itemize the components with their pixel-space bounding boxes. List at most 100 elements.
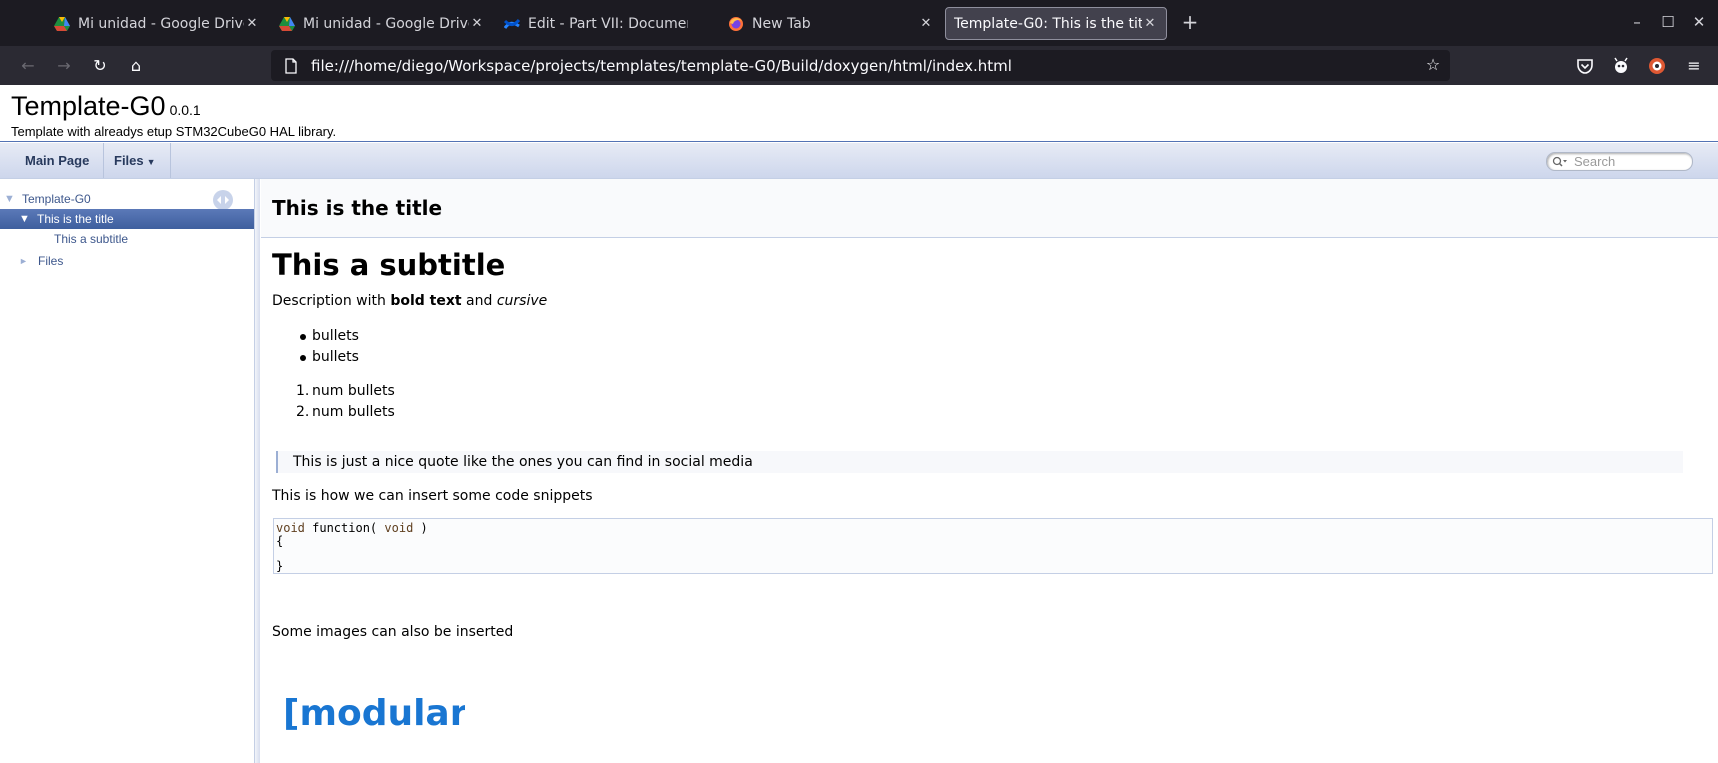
tree-item-title[interactable]: ▼ This is the title bbox=[0, 209, 254, 229]
home-icon[interactable]: ⌂ bbox=[124, 54, 148, 78]
search-icon bbox=[1552, 156, 1567, 167]
close-icon[interactable]: ✕ bbox=[918, 16, 934, 31]
tab-title: Edit - Part VII: Documentation bbox=[528, 15, 688, 32]
code-text: function( bbox=[304, 521, 385, 535]
tree-item-label: Template-G0 bbox=[22, 192, 91, 206]
duckduckgo-icon[interactable] bbox=[1647, 56, 1667, 76]
maximize-icon[interactable]: ☐ bbox=[1658, 12, 1678, 32]
blockquote: This is just a nice quote like the ones … bbox=[276, 451, 1683, 473]
tab-confluence-edit[interactable]: Edit - Part VII: Documentation bbox=[496, 7, 696, 40]
tree-item-subtitle[interactable]: This a subtitle bbox=[0, 229, 254, 249]
tree-item-label: Files bbox=[38, 254, 64, 268]
numbered-list: 1. num bullets 2. num bullets bbox=[272, 381, 395, 423]
list-item-text: num bullets bbox=[312, 383, 395, 399]
code-text: ) bbox=[413, 521, 428, 535]
list-item: 1. num bullets bbox=[272, 381, 395, 402]
bookmark-star-icon[interactable]: ☆ bbox=[1424, 56, 1442, 74]
title-area: Template-G0 0.0.1 Template with alreadys … bbox=[0, 85, 1718, 142]
reload-icon[interactable]: ↻ bbox=[88, 54, 112, 78]
menu-files[interactable]: Files ▼ bbox=[100, 143, 171, 178]
project-name-text: Template-G0 bbox=[11, 91, 166, 121]
modular-logo: [modular] bbox=[283, 693, 465, 733]
list-item-text: bullets bbox=[312, 328, 359, 344]
list-item: 2. num bullets bbox=[272, 402, 395, 423]
extension-icon[interactable] bbox=[1611, 56, 1631, 76]
google-drive-icon bbox=[279, 16, 295, 31]
doc-content: This is the title This a subtitle Descri… bbox=[261, 179, 1718, 763]
page-icon bbox=[285, 57, 297, 74]
sync-toggle-icon[interactable] bbox=[212, 189, 234, 211]
description-paragraph: Description with bold text and cursive bbox=[272, 293, 547, 309]
tab-google-drive-1[interactable]: Mi unidad - Google Drive ✕ bbox=[46, 7, 268, 40]
search-placeholder: Search bbox=[1574, 154, 1616, 169]
list-item: bullets bbox=[272, 347, 359, 368]
description-text: and bbox=[461, 293, 497, 309]
code-block: void function( void ) { } bbox=[273, 518, 1713, 574]
side-nav-splitter[interactable] bbox=[254, 179, 260, 763]
list-item-text: bullets bbox=[312, 349, 359, 365]
tree-item-label: This a subtitle bbox=[54, 232, 129, 246]
doxygen-page: Template-G0 0.0.1 Template with alreadys … bbox=[0, 85, 1718, 763]
url-bar[interactable]: file:///home/diego/Workspace/projects/te… bbox=[271, 50, 1450, 81]
expanded-arrow-icon[interactable]: ▼ bbox=[19, 209, 30, 229]
close-icon[interactable]: ✕ bbox=[244, 16, 260, 31]
code-keyword: void bbox=[276, 521, 305, 535]
browser-nav-bar: ← → ↻ ⌂ file:///home/diego/Workspace/pro… bbox=[0, 46, 1718, 85]
list-item: bullets bbox=[272, 326, 359, 347]
close-icon[interactable]: ✕ bbox=[1142, 16, 1158, 31]
code-keyword: void bbox=[384, 521, 414, 535]
new-tab-button[interactable]: + bbox=[1178, 10, 1202, 36]
browser-tab-strip: Mi unidad - Google Drive ✕ Mi unidad - G… bbox=[0, 0, 1718, 46]
url-text: file:///home/diego/Workspace/projects/te… bbox=[311, 56, 1012, 75]
images-intro-paragraph: Some images can also be inserted bbox=[272, 624, 514, 640]
section-title: This a subtitle bbox=[272, 248, 506, 282]
tab-template-g0[interactable]: Template-G0: This is the title ✕ bbox=[945, 7, 1167, 40]
back-arrow-icon[interactable]: ← bbox=[16, 54, 40, 78]
firefox-icon bbox=[729, 16, 743, 31]
bold-text: bold text bbox=[390, 293, 462, 309]
side-nav-tree: ▼ Template-G0 ▼ This is the title This a… bbox=[0, 179, 258, 763]
minimize-icon[interactable]: – bbox=[1627, 12, 1647, 32]
tab-title: Mi unidad - Google Drive bbox=[78, 15, 244, 32]
project-brief: Template with alreadys etup STM32CubeG0 … bbox=[11, 124, 337, 139]
list-item-text: num bullets bbox=[312, 404, 395, 420]
bullet-dot-icon bbox=[300, 334, 306, 340]
expanded-arrow-icon[interactable]: ▼ bbox=[4, 189, 15, 209]
tab-title: Mi unidad - Google Drive bbox=[303, 15, 469, 32]
search-input[interactable]: Search bbox=[1546, 152, 1693, 171]
project-name: Template-G0 0.0.1 bbox=[11, 91, 201, 122]
code-line: } bbox=[276, 558, 284, 573]
page-title: This is the title bbox=[272, 196, 443, 220]
hamburger-menu-icon[interactable]: ≡ bbox=[1682, 54, 1706, 78]
tree-item-files[interactable]: ► Files bbox=[0, 251, 254, 271]
main-menu-bar: Main Page Files ▼ Search bbox=[0, 143, 1718, 179]
tab-google-drive-2[interactable]: Mi unidad - Google Drive ✕ bbox=[271, 7, 493, 40]
google-drive-icon bbox=[54, 16, 70, 31]
code-line: void function( void ) bbox=[276, 522, 1710, 535]
code-line: { bbox=[276, 533, 284, 548]
confluence-icon bbox=[504, 18, 520, 29]
collapsed-arrow-icon[interactable]: ► bbox=[19, 251, 28, 271]
page-header: This is the title bbox=[261, 179, 1718, 238]
bullet-list: bullets bullets bbox=[272, 326, 359, 368]
close-icon[interactable]: ✕ bbox=[469, 16, 485, 31]
pocket-icon[interactable] bbox=[1575, 56, 1595, 76]
italic-text: cursive bbox=[496, 293, 548, 309]
tree-item-label: This is the title bbox=[37, 212, 114, 226]
menu-files-label: Files bbox=[114, 153, 144, 168]
code-intro-paragraph: This is how we can insert some code snip… bbox=[272, 488, 593, 504]
description-text: Description with bbox=[272, 293, 391, 309]
tab-title: New Tab bbox=[752, 15, 811, 32]
list-number: 2. bbox=[296, 404, 310, 420]
project-number: 0.0.1 bbox=[169, 102, 201, 118]
tab-title: Template-G0: This is the title bbox=[954, 15, 1142, 32]
tab-new-tab[interactable]: New Tab ✕ bbox=[720, 7, 942, 40]
menu-main-page[interactable]: Main Page bbox=[11, 143, 105, 178]
list-number: 1. bbox=[296, 383, 310, 399]
caret-down-icon: ▼ bbox=[146, 157, 156, 167]
logo-text: [modular] bbox=[283, 693, 465, 733]
window-close-icon[interactable]: ✕ bbox=[1689, 12, 1709, 32]
forward-arrow-icon[interactable]: → bbox=[52, 54, 76, 78]
bullet-dot-icon bbox=[300, 355, 306, 361]
